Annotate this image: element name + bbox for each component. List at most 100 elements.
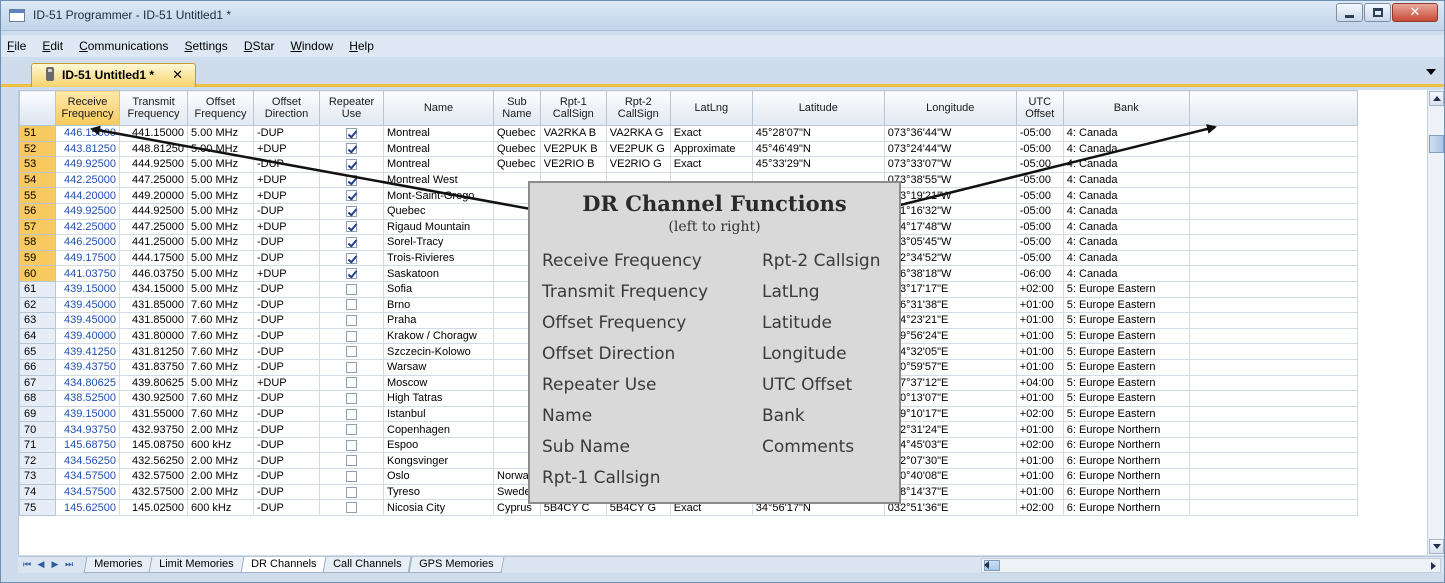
column-header-rx[interactable]: Receive Frequency [55,90,120,126]
cell-dir[interactable]: +DUP [253,265,320,282]
cell-r2[interactable]: VE2PUK G [605,140,671,158]
cell-ofs[interactable]: 600 kHz [187,499,254,516]
cell-comments[interactable] [1188,499,1358,516]
row-number[interactable]: 61 [19,280,56,298]
cell-dir[interactable]: +DUP [253,374,320,392]
cell-lon[interactable]: 014°32'05"E [883,343,1017,360]
cell-bank[interactable]: 6: Europe Northern [1062,452,1190,470]
cell-ofs[interactable]: 7.60 MHz [187,312,254,329]
cell-utc[interactable]: -06:00 [1015,265,1064,282]
table-row[interactable]: 51 446.15000 441.15000 5.00 MHz -DUP Montreal… [19,125,1358,142]
cell-utc[interactable]: +01:00 [1015,312,1064,329]
menu-item-settings[interactable]: Settings [176,39,235,53]
row-number[interactable]: 71 [19,436,56,454]
cell-rx[interactable]: 439.40000 [55,327,120,345]
cell-tx[interactable]: 431.55000 [119,405,188,423]
repeater-use-checkbox[interactable] [346,361,357,373]
cell-name[interactable]: Warsaw [383,358,494,376]
cell-comments[interactable] [1188,327,1358,345]
cell-ofs[interactable]: 5.00 MHz [187,140,254,158]
cell-lon[interactable]: 073°05'45"W [883,234,1017,251]
cell-dir[interactable]: -DUP [253,312,320,329]
column-header-r2[interactable]: Rpt-2 CallSign [605,90,671,126]
menu-item-help[interactable]: Help [341,39,382,53]
cell-ofs[interactable]: 5.00 MHz [187,218,254,236]
repeater-use-checkbox[interactable] [346,221,357,233]
cell-lon[interactable]: 019°56'24"E [883,327,1017,345]
cell-ofs[interactable]: 600 kHz [187,436,254,454]
cell-dir[interactable]: -DUP [253,390,320,407]
cell-utc[interactable]: -05:00 [1015,202,1064,220]
cell-name[interactable]: Istanbul [383,405,494,423]
cell-lon[interactable]: 073°24'44"W [883,140,1017,158]
cell-name[interactable]: Oslo [383,468,494,485]
row-number[interactable]: 58 [19,234,56,251]
column-header-utc[interactable]: UTC Offset [1015,90,1064,126]
cell-ofs[interactable]: 5.00 MHz [187,202,254,220]
cell-rpt[interactable] [319,140,384,158]
repeater-use-checkbox[interactable] [346,470,357,482]
row-number[interactable]: 59 [19,249,56,267]
cell-utc[interactable]: +01:00 [1015,390,1064,407]
cell-rpt[interactable] [319,187,384,204]
cell-utc[interactable]: -05:00 [1015,140,1064,158]
cell-bank[interactable]: 4: Canada [1062,234,1190,251]
cell-rx[interactable]: 446.15000 [55,125,120,142]
cell-lon[interactable]: 071°16'32"W [883,202,1017,220]
menu-item-dstar[interactable]: DStar [236,39,283,53]
close-window-button[interactable]: ✕ [1392,3,1438,22]
repeater-use-checkbox[interactable] [346,408,357,420]
cell-utc[interactable]: +02:00 [1015,405,1064,423]
cell-lon[interactable]: 037°37'12"E [883,374,1017,392]
menu-item-window[interactable]: Window [283,39,342,53]
cell-dir[interactable]: -DUP [253,499,320,516]
cell-r1[interactable]: VE2RIO B [539,156,607,173]
row-number[interactable]: 65 [19,343,56,360]
cell-dir[interactable]: -DUP [253,327,320,345]
cell-r1[interactable]: VE2PUK B [539,140,607,158]
cell-comments[interactable] [1188,171,1358,189]
cell-name[interactable]: Nicosia City [383,499,494,516]
repeater-use-checkbox[interactable] [346,377,357,389]
cell-tx[interactable]: 145.08750 [119,436,188,454]
cell-comments[interactable] [1188,421,1358,438]
cell-rpt[interactable] [319,343,384,360]
cell-tx[interactable]: 431.85000 [119,296,188,314]
cell-bank[interactable]: 4: Canada [1062,265,1190,282]
column-header-lon[interactable]: Longitude [883,90,1017,126]
cell-comments[interactable] [1188,483,1358,501]
cell-ofs[interactable]: 5.00 MHz [187,187,254,204]
cell-dir[interactable]: -DUP [253,296,320,314]
cell-utc[interactable]: -05:00 [1015,234,1064,251]
cell-lon[interactable]: 020°13'07"E [883,390,1017,407]
cell-lon[interactable]: 073°33'07"W [883,156,1017,173]
first-sheet-icon[interactable]: ⏮ [20,558,34,572]
vertical-scroll-thumb[interactable] [1429,135,1444,153]
column-header-sub[interactable]: Sub Name [493,90,541,126]
cell-bank[interactable]: 5: Europe Eastern [1062,280,1190,298]
cell-bank[interactable]: 4: Canada [1062,249,1190,267]
scroll-left-icon[interactable] [984,561,989,569]
cell-name[interactable]: High Tatras [383,390,494,407]
cell-name[interactable]: Saskatoon [383,265,494,282]
cell-latlng[interactable]: Exact [669,125,753,142]
cell-utc[interactable]: -05:00 [1015,187,1064,204]
cell-ofs[interactable]: 7.60 MHz [187,327,254,345]
cell-rx[interactable]: 434.80625 [55,374,120,392]
cell-r1[interactable]: VA2RKA B [539,125,607,142]
row-number[interactable]: 73 [19,468,56,485]
cell-utc[interactable]: +01:00 [1015,358,1064,376]
cell-comments[interactable] [1188,452,1358,470]
cell-ofs[interactable]: 2.00 MHz [187,452,254,470]
sheet-tab-call-channels[interactable]: Call Channels [322,557,413,573]
cell-utc[interactable]: +01:00 [1015,327,1064,345]
cell-rpt[interactable] [319,483,384,501]
cell-comments[interactable] [1188,140,1358,158]
cell-ofs[interactable]: 5.00 MHz [187,125,254,142]
cell-tx[interactable]: 431.85000 [119,312,188,329]
cell-name[interactable]: Montreal West [383,171,494,189]
cell-dir[interactable]: -DUP [253,125,320,142]
cell-rx[interactable]: 439.15000 [55,405,120,423]
cell-comments[interactable] [1188,312,1358,329]
cell-ofs[interactable]: 5.00 MHz [187,280,254,298]
